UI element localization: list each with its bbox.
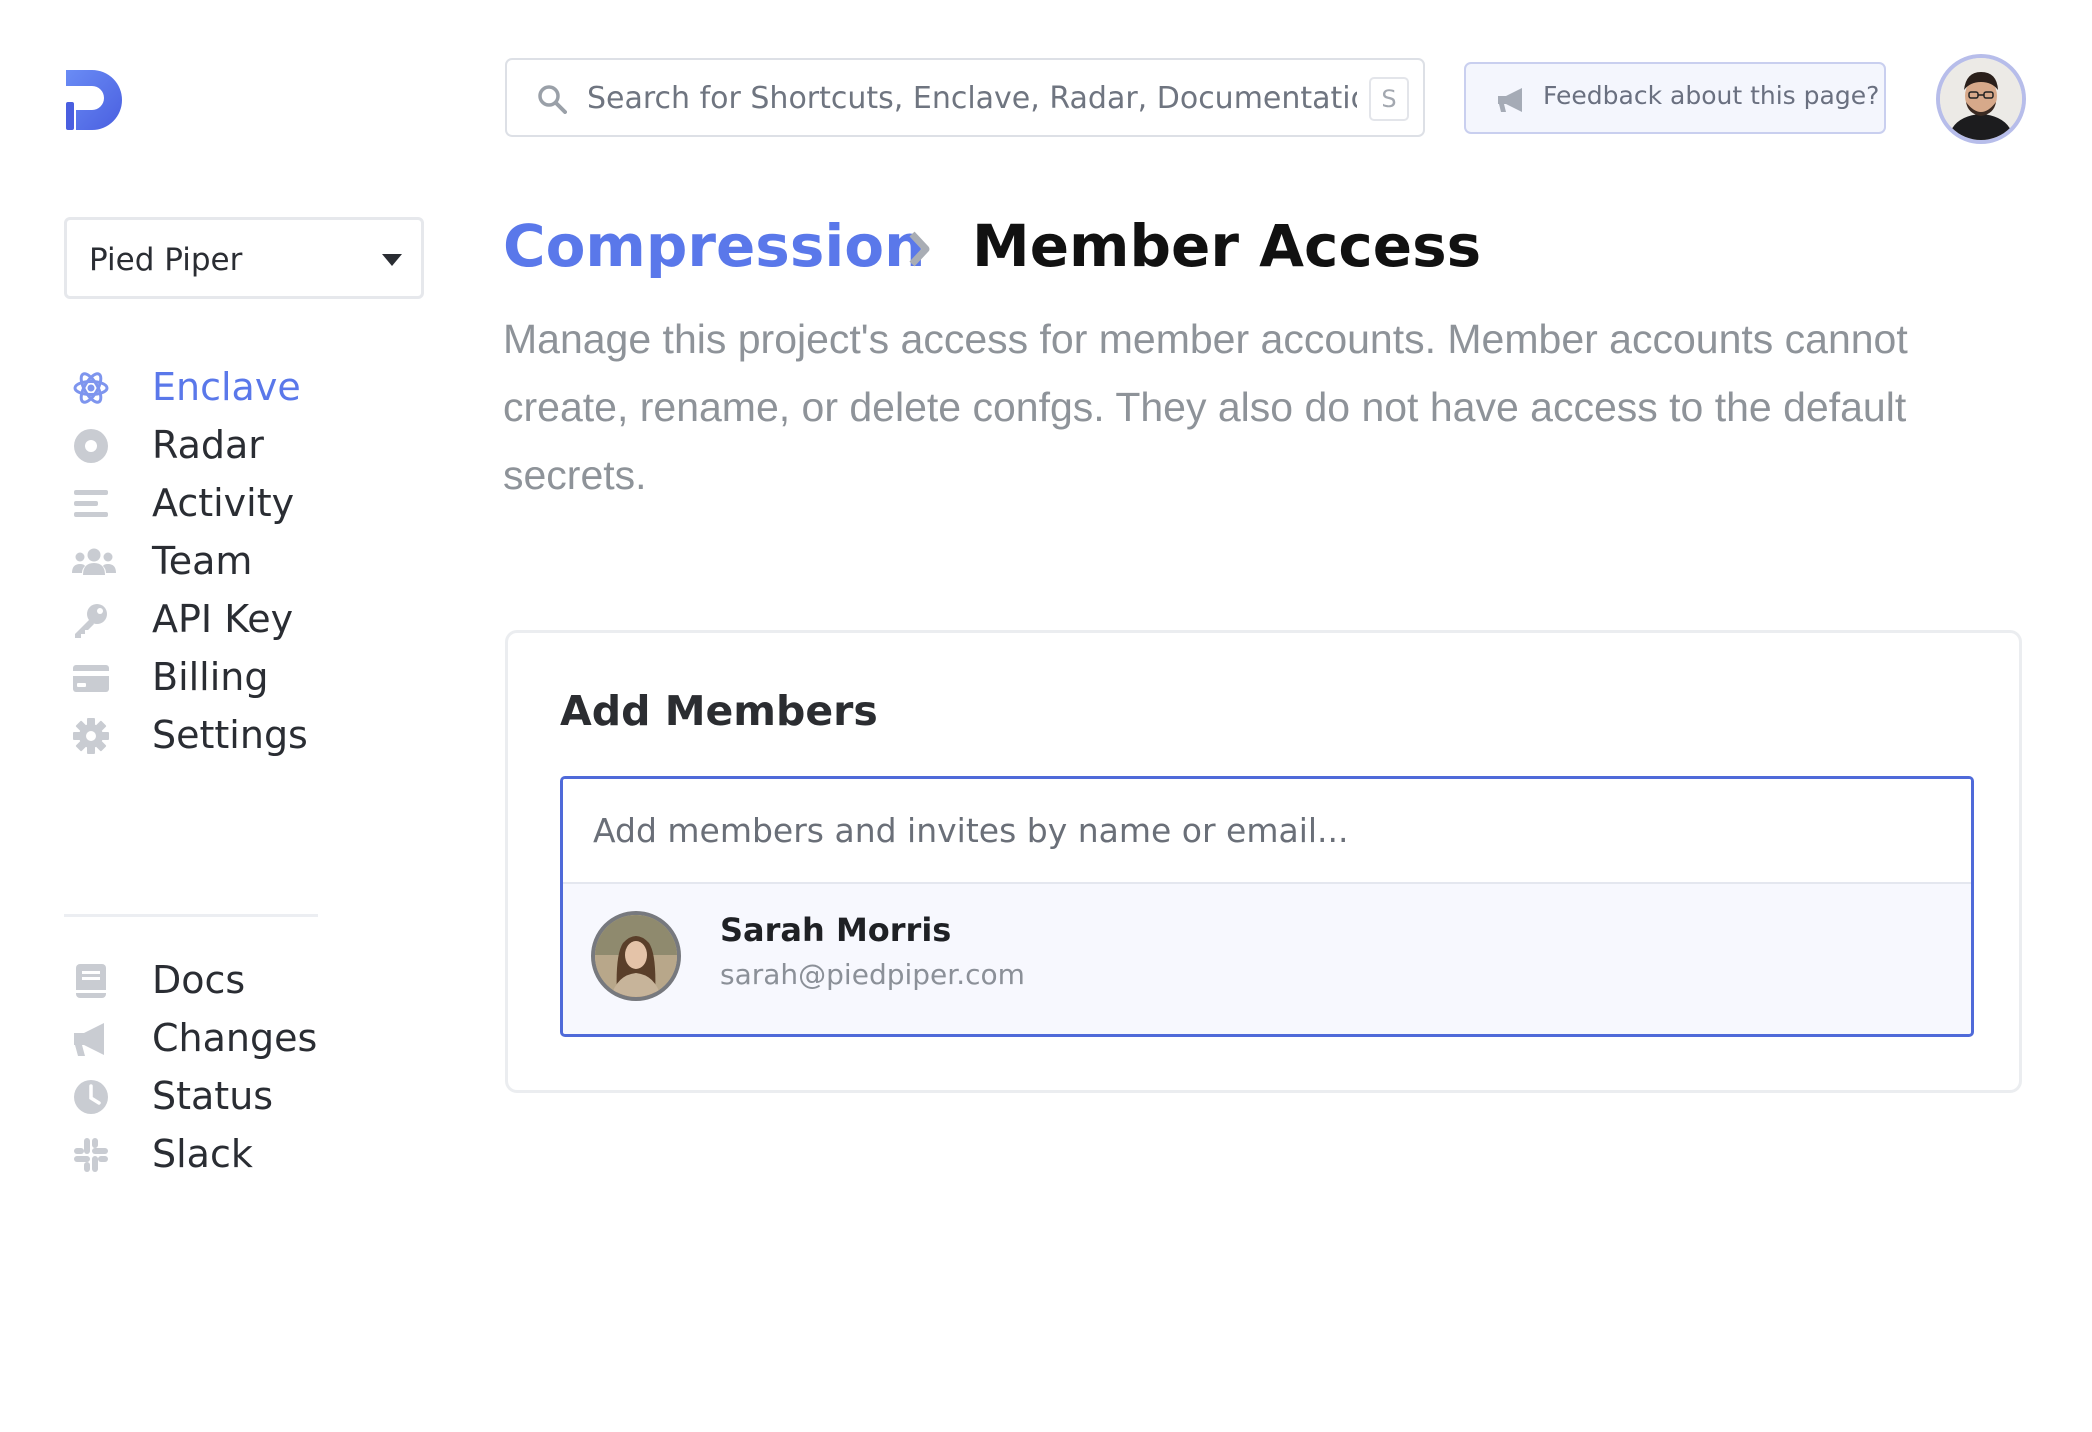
sidebar-item-activity[interactable]: Activity: [64, 473, 364, 533]
user-avatar[interactable]: [1936, 54, 2026, 144]
gear-icon: [73, 718, 109, 754]
sidebar-item-team[interactable]: Team: [64, 531, 364, 591]
sidebar-item-label: Status: [152, 1074, 274, 1118]
member-search-input[interactable]: [563, 779, 1971, 884]
team-icon: [72, 548, 116, 575]
member-combobox[interactable]: Sarah Morris sarah@piedpiper.com: [560, 776, 1974, 1037]
workspace-name: Pied Piper: [89, 242, 243, 278]
clock-icon: [74, 1080, 108, 1114]
sidebar-item-label: Billing: [152, 655, 269, 699]
activity-icon: [74, 490, 108, 517]
megaphone-icon: [1498, 88, 1522, 112]
credit-card-icon: [73, 665, 109, 692]
page-title: Member Access: [972, 212, 1482, 280]
radar-icon: [74, 429, 108, 463]
atom-icon: [73, 372, 109, 404]
workspace-select[interactable]: Pied Piper: [64, 217, 424, 299]
sidebar-item-label: Settings: [152, 713, 308, 757]
sidebar-item-billing[interactable]: Billing: [64, 647, 364, 707]
member-email: sarah@piedpiper.com: [720, 958, 1025, 991]
sidebar-item-slack[interactable]: Slack: [64, 1124, 364, 1184]
feedback-label: Feedback about this page?: [1543, 81, 1880, 110]
sidebar-item-label: API Key: [152, 597, 294, 641]
sidebar-item-label: Docs: [152, 958, 246, 1002]
sidebar-item-docs[interactable]: Docs: [64, 950, 364, 1010]
chevron-right-icon: [909, 231, 930, 267]
sidebar-item-label: Radar: [152, 423, 264, 467]
avatar: [591, 911, 681, 1001]
sidebar-item-api-key[interactable]: API Key: [64, 589, 364, 649]
member-suggestion[interactable]: Sarah Morris sarah@piedpiper.com: [563, 886, 1971, 1034]
sidebar-item-settings[interactable]: Settings: [64, 705, 364, 765]
sidebar-item-label: Enclave: [152, 365, 301, 409]
sidebar-item-label: Team: [152, 539, 253, 583]
sidebar-item-radar[interactable]: Radar: [64, 415, 364, 475]
doppler-logo-icon[interactable]: [62, 68, 128, 130]
sidebar-item-label: Slack: [152, 1132, 253, 1176]
search-input[interactable]: [587, 74, 1357, 122]
card-title: Add Members: [560, 687, 878, 735]
key-icon: [75, 604, 107, 638]
caret-down-icon: [382, 254, 402, 266]
search-shortcut-key: S: [1369, 77, 1409, 121]
sidebar-item-enclave[interactable]: Enclave: [64, 357, 364, 417]
book-icon: [76, 964, 106, 998]
add-members-card: Add Members Sarah Morris sarah@piedpiper…: [505, 630, 2022, 1093]
global-search[interactable]: S: [505, 58, 1425, 137]
sidebar-item-label: Activity: [152, 481, 295, 525]
sidebar-item-status[interactable]: Status: [64, 1066, 364, 1126]
search-icon: [538, 85, 567, 114]
member-name: Sarah Morris: [720, 911, 952, 949]
sidebar-item-changes[interactable]: Changes: [64, 1008, 364, 1068]
slack-icon: [74, 1138, 108, 1172]
sidebar-item-label: Changes: [152, 1016, 318, 1060]
megaphone-icon: [74, 1023, 104, 1056]
breadcrumb-project-link[interactable]: Compression: [503, 212, 925, 280]
page-description: Manage this project's access for member …: [503, 316, 1908, 498]
feedback-button[interactable]: Feedback about this page?: [1464, 62, 1886, 134]
sidebar-divider: [64, 914, 318, 917]
